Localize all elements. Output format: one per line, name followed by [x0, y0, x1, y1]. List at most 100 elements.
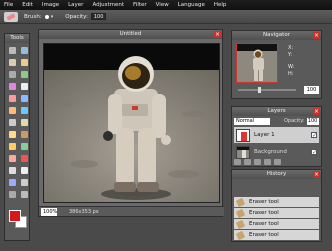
new-layer-icon[interactable] — [264, 159, 271, 165]
move-tool-button[interactable] — [6, 44, 18, 56]
slice-icon — [20, 70, 28, 78]
nav-y-label: Y: — [288, 52, 293, 58]
menu-help[interactable]: Help — [214, 2, 227, 8]
wand-icon — [20, 58, 28, 66]
brush-preview[interactable] — [44, 14, 49, 19]
blend-mode-select[interactable]: Normal — [234, 117, 270, 125]
gradient-icon — [8, 106, 16, 114]
menu-bar: File Edit Image Layer Adjustment Filter … — [0, 0, 332, 10]
slice-tool-button[interactable] — [18, 68, 30, 80]
nav-x-label: X: — [288, 45, 294, 51]
marquee-icon — [20, 46, 28, 54]
new-folder-icon[interactable] — [254, 159, 261, 165]
zoom-slider[interactable] — [238, 87, 296, 93]
layer-row[interactable]: Layer 1 ✓ — [234, 127, 319, 143]
burn-tool-button[interactable] — [18, 128, 30, 140]
eraser-icon — [235, 208, 246, 218]
image-canvas[interactable] — [43, 43, 220, 203]
sharpen-icon — [8, 118, 16, 126]
document-status-bar: 100% 386x353 px — [39, 206, 224, 216]
extra-tool-button[interactable] — [18, 188, 30, 200]
opacity-label: Opacity: — [65, 13, 88, 20]
layer-options: Normal Opacity: 100 — [232, 116, 321, 126]
redeye-tool-button[interactable] — [18, 152, 30, 164]
menu-adjustment[interactable]: Adjustment — [92, 2, 124, 8]
nav-h-label: H: — [288, 71, 294, 77]
layer-opacity-label: Opacity: — [284, 118, 305, 124]
crop-icon — [8, 70, 16, 78]
close-icon[interactable]: × — [313, 171, 320, 178]
blur-tool-button[interactable] — [18, 104, 30, 116]
wand-tool-button[interactable] — [18, 56, 30, 68]
zoom-tool-button[interactable] — [6, 188, 18, 200]
text-icon — [20, 166, 28, 174]
smudge-icon — [20, 118, 28, 126]
blur-icon — [20, 106, 28, 114]
gradient-tool-button[interactable] — [6, 104, 18, 116]
layer-name: Background — [254, 149, 287, 155]
sponge-tool-button[interactable] — [6, 140, 18, 152]
layer-row[interactable]: Background ✓ — [234, 144, 319, 160]
text-tool-button[interactable] — [18, 164, 30, 176]
menu-language[interactable]: Language — [178, 2, 205, 8]
delete-layer-icon[interactable] — [274, 159, 281, 165]
layer-opacity-input[interactable]: 100 — [306, 117, 319, 125]
crop-tool-button[interactable] — [6, 68, 18, 80]
tool-options-bar: Brush: ▾ Opacity: 100 — [0, 10, 332, 24]
menu-view[interactable]: View — [156, 2, 169, 8]
mask-icon[interactable] — [244, 159, 251, 165]
history-item[interactable]: Eraser tool — [234, 208, 319, 218]
bucket-tool-button[interactable] — [18, 92, 30, 104]
document-title-bar: Untitled × — [39, 30, 222, 39]
menu-file[interactable]: File — [4, 2, 13, 8]
menu-image[interactable]: Image — [42, 2, 59, 8]
navigator-zoom-input[interactable]: 100 — [304, 86, 319, 94]
history-item[interactable]: Eraser tool — [234, 230, 319, 240]
layer-visibility-checkbox[interactable]: ✓ — [311, 149, 317, 156]
history-item[interactable]: Eraser tool — [234, 197, 319, 207]
heal-icon — [8, 154, 16, 162]
brush-tool-button[interactable] — [6, 80, 18, 92]
zoom-field[interactable]: 100% — [41, 207, 57, 216]
lasso-tool-button[interactable] — [6, 56, 18, 68]
opacity-input[interactable]: 100 — [90, 13, 107, 20]
eyedropper-tool-button[interactable] — [6, 164, 18, 176]
dodge-tool-button[interactable] — [6, 128, 18, 140]
close-icon[interactable]: × — [313, 108, 320, 115]
stamp-icon — [20, 142, 28, 150]
bucket-icon — [20, 94, 28, 102]
sharpen-tool-button[interactable] — [6, 116, 18, 128]
chevron-down-icon[interactable]: ▾ — [51, 14, 54, 20]
navigator-thumbnail[interactable] — [236, 43, 278, 83]
menu-filter[interactable]: Filter — [133, 2, 147, 8]
menu-edit[interactable]: Edit — [22, 2, 33, 8]
stamp-tool-button[interactable] — [18, 140, 30, 152]
tool-grid — [5, 43, 29, 200]
heal-tool-button[interactable] — [6, 152, 18, 164]
dodge-icon — [8, 130, 16, 138]
pencil-tool-button[interactable] — [18, 80, 30, 92]
menu-layer[interactable]: Layer — [68, 2, 83, 8]
shape-tool-button[interactable] — [6, 176, 18, 188]
history-item[interactable]: Eraser tool — [234, 219, 319, 229]
history-item-label: Eraser tool — [249, 221, 279, 227]
document-title: Untitled — [119, 31, 142, 37]
close-icon[interactable]: × — [214, 31, 221, 38]
brush-icon — [8, 82, 16, 90]
zoom-slider-knob[interactable] — [258, 87, 261, 93]
history-item-label: Eraser tool — [249, 210, 279, 216]
link-icon[interactable] — [234, 159, 241, 165]
eraser-icon — [235, 219, 246, 229]
layer-visibility-checkbox[interactable]: ✓ — [311, 132, 317, 139]
close-icon[interactable]: × — [313, 32, 320, 39]
document-window: Untitled × 100% 386x353 px — [38, 29, 224, 217]
redeye-icon — [20, 154, 28, 162]
smudge-tool-button[interactable] — [18, 116, 30, 128]
eraser-icon — [235, 230, 246, 240]
nav-w-label: W: — [288, 64, 295, 70]
move-icon — [8, 46, 16, 54]
marquee-tool-button[interactable] — [18, 44, 30, 56]
eraser-tool-button[interactable] — [6, 92, 18, 104]
hand-tool-button[interactable] — [18, 176, 30, 188]
foreground-color-swatch[interactable] — [9, 210, 21, 222]
